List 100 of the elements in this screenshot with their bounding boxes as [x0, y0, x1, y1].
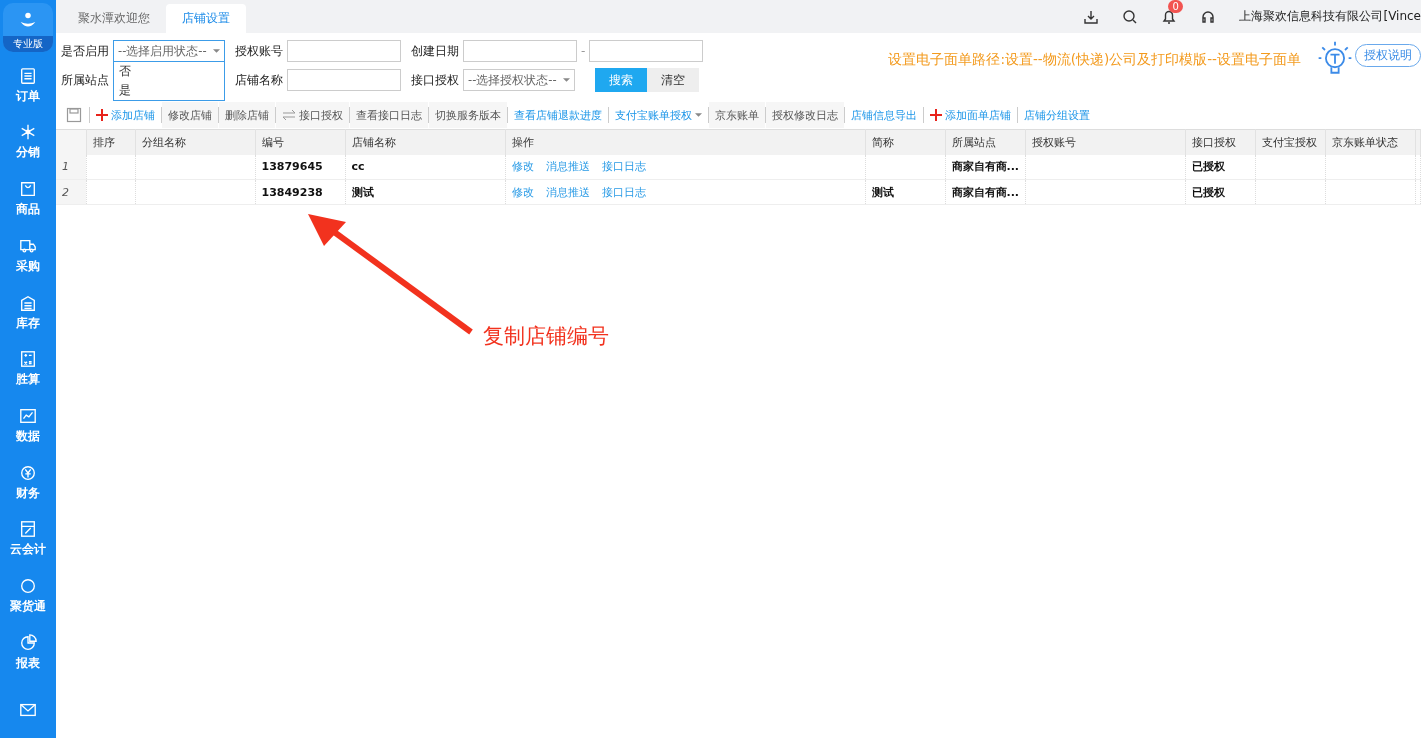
sidebar-item[interactable]: 订单 — [16, 57, 40, 115]
yen-icon — [19, 463, 37, 482]
notification-badge: 0 — [1168, 0, 1183, 13]
table-cell — [1255, 154, 1325, 180]
tab[interactable]: 店铺设置 — [166, 4, 246, 33]
date-separator: - — [581, 44, 586, 58]
table-cell: 已授权 — [1185, 154, 1255, 180]
sidebar-label: 云会计 — [10, 541, 46, 559]
column-header[interactable]: 排序 — [86, 129, 135, 155]
column-header[interactable]: 所属站点 — [945, 129, 1025, 155]
select-field[interactable]: --选择授权状态-- — [463, 69, 575, 91]
column-header[interactable]: 编号 — [255, 129, 345, 155]
toolbar-button[interactable]: 接口授权 — [276, 102, 349, 128]
row-action-link[interactable]: 修改 — [511, 160, 534, 174]
sidebar-item[interactable]: 分销 — [16, 114, 40, 171]
sidebar-label: 数据 — [16, 428, 40, 445]
sidebar-label: 商品 — [16, 201, 40, 219]
sidebar-label: 报表 — [16, 654, 40, 672]
toolbar-button[interactable]: 修改店铺 — [162, 102, 218, 128]
save-icon[interactable] — [66, 107, 82, 123]
bell-icon[interactable] — [1161, 8, 1178, 25]
column-header[interactable]: 接口授权 — [1185, 129, 1255, 155]
table-cell: 商家自有商... — [945, 154, 1025, 180]
toolbar-button[interactable]: 授权修改日志 — [766, 102, 844, 128]
toolbar-button[interactable]: 删除店铺 — [219, 102, 275, 128]
row-action-link[interactable]: 消息推送 — [545, 160, 590, 174]
plus-icon — [930, 109, 942, 121]
sidebar-item[interactable]: 聚货通 — [10, 567, 46, 625]
toolbar-button[interactable]: 京东账单 — [709, 102, 765, 128]
sidebar-item[interactable]: 商品 — [16, 170, 40, 228]
field-label: 店铺名称 — [235, 71, 283, 89]
snow-icon — [19, 123, 37, 142]
headset-icon[interactable] — [1200, 8, 1217, 25]
sidebar-item[interactable]: 云会计 — [10, 511, 46, 568]
table-cell — [86, 179, 135, 205]
row-action-link[interactable]: 修改 — [511, 185, 534, 199]
table-cell: 13849238 — [255, 179, 345, 205]
sidebar-label: 胜算 — [16, 371, 40, 389]
table-cell — [86, 154, 135, 180]
search-icon[interactable] — [1122, 8, 1139, 25]
row-number: 2 — [56, 179, 86, 205]
store-icon — [19, 293, 37, 312]
input-field[interactable] — [287, 69, 401, 91]
table-cell: 测试 — [865, 179, 945, 205]
input-field[interactable] — [287, 40, 401, 62]
date-field[interactable] — [589, 40, 704, 62]
sidebar-label: 财务 — [16, 484, 40, 502]
sidebar-label: 分销 — [16, 144, 40, 162]
doc-icon — [19, 66, 37, 85]
sidebar-label: 订单 — [16, 87, 40, 105]
column-header[interactable]: 京东账单状态 — [1325, 129, 1415, 155]
pie-icon — [19, 633, 37, 652]
row-action-link[interactable]: 接口日志 — [601, 185, 646, 199]
sidebar-item[interactable]: 库存 — [16, 284, 40, 341]
row-number: 1 — [56, 154, 86, 180]
table-cell — [1255, 179, 1325, 205]
select-field[interactable]: --选择启用状态-- — [113, 40, 225, 62]
caret-icon — [695, 113, 702, 117]
sidebar-label: 库存 — [16, 314, 40, 332]
table-cell: cc — [345, 154, 505, 180]
clear-button[interactable]: 清空 — [647, 68, 699, 92]
edition-badge: 专业版 — [3, 36, 53, 53]
ledger-icon — [19, 520, 37, 539]
table-cell: 已授权 — [1185, 179, 1255, 205]
field-label: 授权账号 — [235, 42, 283, 60]
toolbar-button[interactable]: 切换服务版本 — [429, 102, 507, 128]
sidebar-label: 聚货通 — [10, 598, 46, 616]
notice-text: 设置电子面单路径:设置--物流(快递)公司及打印模版--设置电子面单 — [888, 51, 1301, 69]
plus-icon — [96, 109, 108, 121]
column-header[interactable]: 操作 — [505, 129, 865, 155]
company-name[interactable]: 上海聚欢信息科技有限公司[Vince — [1239, 8, 1421, 25]
caret-icon — [213, 49, 220, 53]
row-action-link[interactable]: 消息推送 — [545, 185, 590, 199]
sidebar-label: 采购 — [16, 257, 40, 275]
dropdown-option[interactable]: 否 — [114, 62, 224, 81]
date-field[interactable] — [463, 40, 577, 62]
sidebar-item[interactable]: 财务 — [16, 454, 40, 512]
table-cell: 商家自有商... — [945, 179, 1025, 205]
column-header[interactable]: 简称 — [865, 129, 945, 155]
column-header[interactable]: 支付宝授权 — [1255, 129, 1325, 155]
row-action-link[interactable]: 接口日志 — [601, 160, 646, 174]
dropdown-option[interactable]: 是 — [114, 81, 224, 100]
column-header[interactable]: 分组名称 — [135, 129, 255, 155]
column-header[interactable]: 店铺名称 — [345, 129, 505, 155]
sidebar-item[interactable]: 采购 — [16, 227, 40, 285]
column-header[interactable]: 授权账号 — [1025, 129, 1185, 155]
sidebar-item[interactable]: 报表 — [16, 624, 40, 682]
toolbar-button[interactable]: 查看接口日志 — [350, 102, 428, 128]
swap-arrows-icon — [282, 110, 296, 120]
table-cell: 13879645 — [255, 154, 345, 180]
bag-icon — [19, 180, 37, 199]
app-logo[interactable]: 专业版 — [3, 3, 53, 53]
field-label: 是否启用 — [61, 42, 109, 60]
caret-icon — [563, 78, 570, 82]
sidebar-item[interactable]: 数据 — [16, 397, 40, 455]
tab[interactable]: 聚水潭欢迎您 — [62, 4, 166, 33]
calc-icon — [19, 350, 37, 369]
ring-icon — [19, 577, 37, 596]
sidebar-item[interactable]: 胜算 — [16, 340, 40, 398]
download-icon[interactable] — [1083, 8, 1100, 25]
